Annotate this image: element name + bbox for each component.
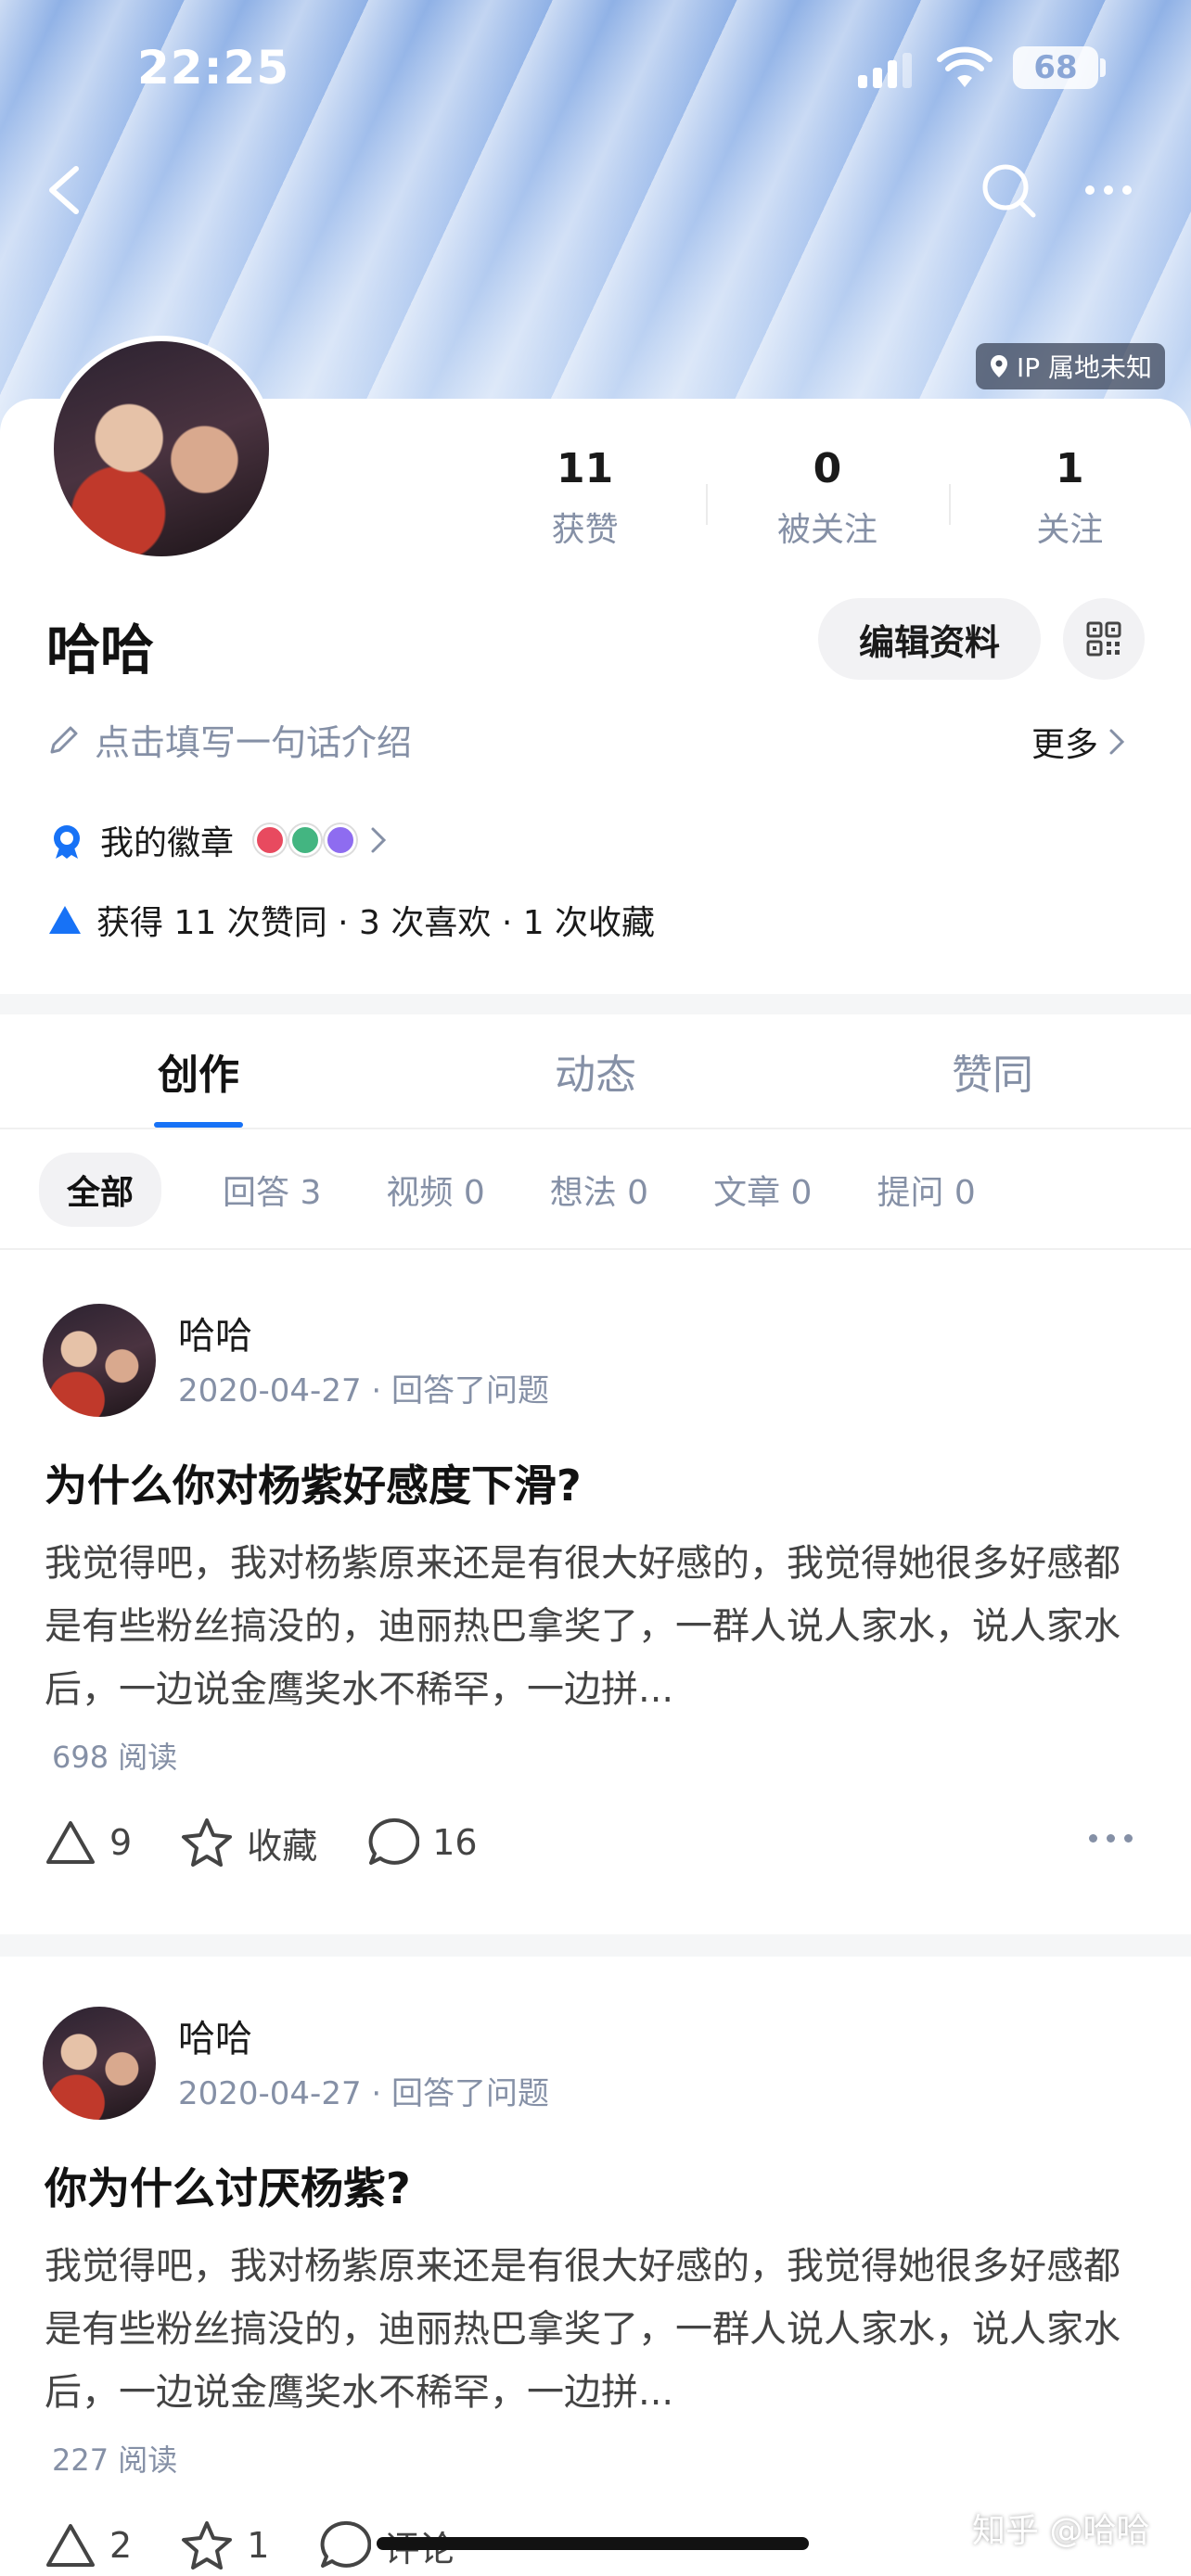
battery-icon: 68 [1013, 46, 1098, 89]
feed-item[interactable]: 哈哈 2020-04-27 · 回答了问题 为什么你对杨紫好感度下滑? 我觉得吧… [0, 1254, 1191, 1934]
post-excerpt[interactable]: 我觉得吧，我对杨紫原来还是有很大好感的，我觉得她很多好感都是有些粉丝搞没的，迪丽… [45, 1532, 1148, 1721]
medal-icon [54, 825, 80, 859]
collect-button[interactable]: 收藏 [180, 1817, 317, 1868]
achievement-text: 获得 11 次赞同 · 3 次喜欢 · 1 次收藏 [96, 904, 656, 942]
pencil-icon [50, 726, 78, 753]
tab-activity[interactable]: 动态 [397, 1014, 794, 1128]
filter-all[interactable]: 全部 [39, 1153, 162, 1227]
upvote-button[interactable]: 2 [45, 2522, 132, 2569]
ip-location-badge: IP 属地未知 [976, 343, 1166, 389]
more-options-icon[interactable] [1085, 176, 1145, 204]
home-indicator[interactable] [377, 2537, 809, 2550]
bio-placeholder: 点击填写一句话介绍 [95, 722, 413, 763]
filter-answers[interactable]: 回答 3 [223, 1166, 321, 1214]
post-actions: 9 收藏 16 [45, 1810, 526, 1875]
status-time: 22:25 [137, 41, 290, 95]
post-author[interactable]: 哈哈 [178, 2009, 252, 2062]
post-title[interactable]: 你为什么讨厌杨紫? [45, 2155, 411, 2216]
star-icon [182, 2521, 233, 2570]
qr-code-icon [1086, 621, 1121, 657]
post-meta: 2020-04-27 · 回答了问题 [178, 1372, 550, 1409]
stat-following-count: 1 [1056, 445, 1084, 492]
upvote-icon [46, 1821, 95, 1864]
stat-following-label: 关注 [1036, 511, 1104, 549]
post-excerpt[interactable]: 我觉得吧，我对杨紫原来还是有很大好感的，我觉得她很多好感都是有些粉丝搞没的，迪丽… [45, 2235, 1148, 2424]
feed-item[interactable]: 哈哈 2020-04-27 · 回答了问题 你为什么讨厌杨紫? 我觉得吧，我对杨… [0, 1957, 1191, 2576]
stat-likes-count: 11 [557, 445, 614, 492]
bio-field[interactable]: 点击填写一句话介绍 [46, 714, 412, 765]
filter-videos[interactable]: 视频 0 [386, 1166, 484, 1214]
search-icon[interactable] [980, 161, 1039, 221]
avatar[interactable] [48, 336, 275, 562]
chevron-right-icon [371, 827, 387, 853]
wifi-icon [937, 46, 992, 87]
signal-icon [858, 51, 912, 88]
location-pin-icon [991, 355, 1007, 377]
post-title[interactable]: 为什么你对杨紫好感度下滑? [45, 1452, 582, 1513]
ip-location-text: IP 属地未知 [1017, 352, 1153, 383]
upvote-icon [46, 2524, 95, 2567]
comment-icon [320, 2520, 372, 2568]
comment-button[interactable]: 16 [365, 1817, 478, 1868]
more-info-link[interactable]: 更多 [1031, 718, 1126, 766]
qr-code-button[interactable] [1063, 598, 1145, 680]
badges-label: 我的徽章 [100, 824, 235, 862]
post-meta: 2020-04-27 · 回答了问题 [178, 2075, 550, 2112]
content-tabs: 创作 动态 赞同 [0, 1014, 1191, 1129]
star-icon [182, 1818, 233, 1867]
section-divider [0, 994, 1191, 1014]
filter-questions[interactable]: 提问 0 [877, 1166, 975, 1214]
feed-separator [0, 1934, 1191, 1957]
filter-articles[interactable]: 文章 0 [713, 1166, 812, 1214]
edit-profile-button[interactable]: 编辑资料 [818, 598, 1041, 680]
upvote-count: 9 [109, 1822, 133, 1863]
filter-thoughts[interactable]: 想法 0 [550, 1166, 648, 1214]
status-bar: 22:25 68 [0, 0, 1191, 139]
battery-tip [1100, 58, 1106, 77]
comment-icon [368, 1817, 420, 1865]
achievement-row: 获得 11 次赞同 · 3 次喜欢 · 1 次收藏 [46, 896, 655, 944]
stat-followers-count: 0 [813, 445, 842, 492]
tab-upvoted[interactable]: 赞同 [794, 1014, 1191, 1128]
post-reads: 227 阅读 [52, 2442, 178, 2478]
back-icon[interactable] [37, 158, 93, 223]
chevron-right-icon [1109, 729, 1125, 755]
profile-stats: 11 获赞 0 被关注 1 关注 [464, 445, 1191, 556]
avatar[interactable] [43, 1304, 156, 1417]
upvote-button[interactable]: 9 [45, 1819, 132, 1866]
post-reads: 698 阅读 [52, 1740, 178, 1775]
badges-row[interactable]: 我的徽章 [46, 816, 388, 864]
badge-icon-green [289, 824, 322, 856]
stat-following[interactable]: 1 关注 [948, 445, 1191, 556]
filter-chips: 全部 回答 3 视频 0 想法 0 文章 0 提问 0 [0, 1131, 1191, 1250]
upvote-triangle-icon [49, 906, 81, 934]
stat-followers-label: 被关注 [776, 511, 877, 549]
more-info-label: 更多 [1031, 726, 1099, 764]
avatar[interactable] [43, 2007, 156, 2120]
collect-count: 1 [247, 2525, 270, 2566]
collect-button[interactable]: 1 [180, 2519, 269, 2571]
watermark: 知乎 @哈哈 [972, 2512, 1150, 2550]
post-author[interactable]: 哈哈 [178, 1306, 252, 1359]
stat-likes-label: 获赞 [551, 511, 619, 549]
badge-icon-purple [325, 824, 357, 856]
upvote-count: 2 [109, 2525, 133, 2566]
stat-followers[interactable]: 0 被关注 [706, 445, 948, 556]
profile-name: 哈哈 [46, 618, 155, 682]
comment-count: 16 [432, 1822, 478, 1863]
stat-likes[interactable]: 11 获赞 [464, 445, 706, 556]
collect-label: 收藏 [247, 1825, 318, 1867]
tab-creation[interactable]: 创作 [0, 1014, 397, 1128]
badge-icon-red [254, 824, 287, 856]
more-options-icon[interactable] [1089, 1834, 1133, 1843]
